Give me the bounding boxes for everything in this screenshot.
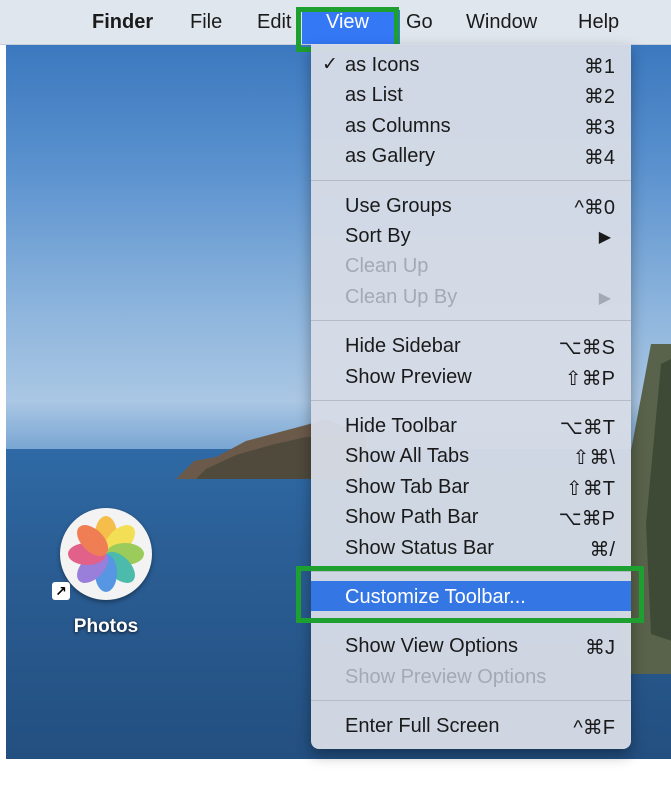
menu-item-show-status-bar[interactable]: Show Status Bar ⌘/ xyxy=(311,532,631,562)
menu-item-shortcut: ^⌘0 xyxy=(574,196,615,219)
menu-item-shortcut: ⌘J xyxy=(585,637,615,660)
menu-item-hide-sidebar[interactable]: Hide Sidebar ⌥⌘S xyxy=(311,330,631,360)
menu-item-label: as Icons xyxy=(345,54,420,76)
menu-item-label: as Gallery xyxy=(345,145,436,168)
menu-item-label: Show All Tabs xyxy=(345,445,470,468)
menu-item-label: Clean Up xyxy=(345,255,429,278)
menu-item-show-preview[interactable]: Show Preview ⇧⌘P xyxy=(311,361,631,391)
menu-item-label: Show View Options xyxy=(345,635,519,658)
menu-item-hide-toolbar[interactable]: Hide Toolbar ⌥⌘T xyxy=(311,410,631,440)
menu-item-show-tab-bar[interactable]: Show Tab Bar ⇧⌘T xyxy=(311,471,631,501)
menu-item-show-all-tabs[interactable]: Show All Tabs ⇧⌘\ xyxy=(311,440,631,470)
menu-item-as-columns[interactable]: as Columns ⌘3 xyxy=(311,110,631,140)
menu-separator xyxy=(311,400,631,401)
checkmark-icon: ✓ xyxy=(322,54,338,75)
menu-item-label: Hide Toolbar xyxy=(345,415,457,437)
menu-item-label: Enter Full Screen xyxy=(345,715,500,738)
menu-item-shortcut: ⌥⌘S xyxy=(558,337,615,360)
menu-item-enter-full-screen[interactable]: Enter Full Screen ^⌘F xyxy=(311,710,631,740)
menu-item-shortcut: ⌘1 xyxy=(583,56,615,78)
menu-item-shortcut: ⌘/ xyxy=(589,538,615,561)
menu-help[interactable]: Help xyxy=(578,11,619,34)
menu-item-shortcut: ⌥⌘P xyxy=(558,508,615,531)
menu-separator xyxy=(311,179,631,181)
menu-item-show-preview-options: Show Preview Options xyxy=(311,661,631,691)
menu-item-use-groups[interactable]: Use Groups ^⌘0 xyxy=(311,190,631,220)
customize-annotation-box xyxy=(296,566,644,623)
menu-item-label: Hide Sidebar xyxy=(345,335,461,358)
menu-item-shortcut: ⌥⌘T xyxy=(559,417,615,439)
menu-window[interactable]: Window xyxy=(466,11,537,34)
menu-item-shortcut: ⇧⌘P xyxy=(564,367,615,390)
menu-item-shortcut: ^⌘F xyxy=(573,717,615,740)
photos-label[interactable]: Photos xyxy=(56,616,156,638)
menu-finder[interactable]: Finder xyxy=(92,11,153,34)
view-dropdown-menu: ✓ as Icons ⌘1 as List ⌘2 as Columns ⌘3 as Galle… xyxy=(311,44,631,749)
photos-app-icon[interactable] xyxy=(60,508,152,600)
menu-item-show-path-bar[interactable]: Show Path Bar ⌥⌘P xyxy=(311,501,631,531)
menu-item-label: Use Groups xyxy=(345,194,452,217)
alias-arrow-icon: ↗ xyxy=(52,582,70,600)
menu-edit[interactable]: Edit xyxy=(257,11,291,34)
menu-item-label: as List xyxy=(345,84,403,107)
menu-item-shortcut: ⇧⌘T xyxy=(566,477,615,500)
menu-item-as-icons[interactable]: ✓ as Icons ⌘1 xyxy=(311,49,631,79)
menu-item-label: Show Preview xyxy=(345,365,472,388)
menu-item-label: Show Tab Bar xyxy=(345,475,470,498)
menu-item-label: as Columns xyxy=(345,114,451,137)
menu-go[interactable]: Go xyxy=(406,11,433,34)
menu-item-label: Show Preview Options xyxy=(345,665,547,688)
menu-separator xyxy=(311,700,631,702)
photos-flower-icon xyxy=(68,516,144,592)
menu-item-label: Show Status Bar xyxy=(345,536,494,559)
menu-item-label: Sort By xyxy=(345,225,411,247)
menu-item-clean-up: Clean Up xyxy=(311,250,631,280)
submenu-arrow-icon: ▶ xyxy=(598,289,611,307)
menu-item-label: Show Path Bar xyxy=(345,506,479,529)
menu-item-as-list[interactable]: as List ⌘2 xyxy=(311,79,631,109)
menu-separator xyxy=(311,320,631,322)
menu-item-shortcut: ⌘4 xyxy=(583,147,615,170)
menu-item-shortcut: ⌘2 xyxy=(583,86,615,109)
menu-item-label: Clean Up By xyxy=(345,285,458,308)
menu-item-show-view-options[interactable]: Show View Options ⌘J xyxy=(311,630,631,660)
menu-item-shortcut: ⇧⌘\ xyxy=(572,447,615,470)
menu-item-clean-up-by: Clean Up By ▶ xyxy=(311,281,631,311)
menu-item-as-gallery[interactable]: as Gallery ⌘4 xyxy=(311,140,631,170)
submenu-arrow-icon: ▶ xyxy=(598,229,611,246)
menu-item-sort-by[interactable]: Sort By ▶ xyxy=(311,220,631,250)
menu-item-shortcut: ⌘3 xyxy=(583,116,615,139)
menu-file[interactable]: File xyxy=(190,11,222,34)
